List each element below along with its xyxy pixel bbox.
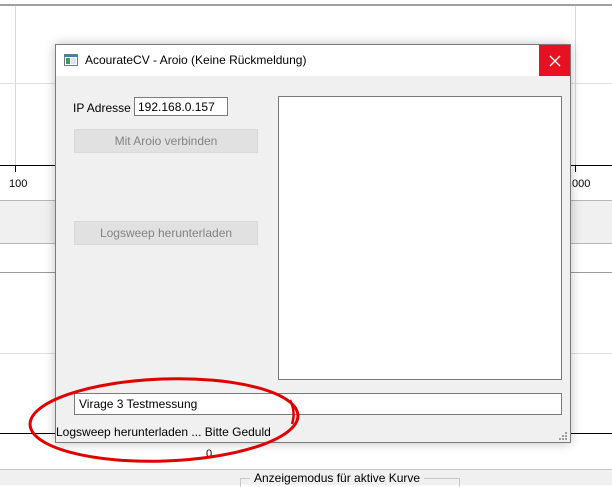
- status-text: Logsweep herunterladen ... Bitte Geduld: [56, 425, 271, 439]
- axis-tick-label-left: 100: [9, 178, 28, 190]
- acourate-dialog: AcourateCV - Aroio (Keine Rückmeldung) I…: [55, 44, 571, 443]
- close-icon: [549, 55, 560, 66]
- resize-grip-icon[interactable]: [558, 430, 568, 440]
- plot-gridline: [15, 6, 16, 166]
- axis-tick-label-right: .000: [569, 178, 591, 190]
- log-output-box[interactable]: [278, 96, 562, 380]
- measurement-name-input[interactable]: [74, 393, 562, 415]
- plot-gridline: [575, 6, 576, 166]
- status-bar: Logsweep herunterladen ... Bitte Geduld: [56, 422, 570, 442]
- dialog-title: AcourateCV - Aroio (Keine Rückmeldung): [85, 53, 307, 67]
- download-logsweep-button[interactable]: Logsweep herunterladen: [74, 221, 258, 245]
- plot-tick: [575, 166, 576, 172]
- plot-top-border: [0, 4, 612, 6]
- ip-address-label: IP Adresse: [73, 101, 131, 115]
- connect-aroio-button[interactable]: Mit Aroio verbinden: [74, 129, 258, 153]
- close-button[interactable]: [539, 45, 570, 76]
- dialog-titlebar[interactable]: AcourateCV - Aroio (Keine Rückmeldung): [56, 45, 570, 76]
- plot-tick: [15, 166, 16, 172]
- ip-address-input[interactable]: [134, 97, 228, 116]
- app-window-icon: [64, 54, 78, 66]
- axis-tick-label-bottom: 0: [206, 448, 213, 460]
- display-mode-group-label: Anzeigemodus für aktive Kurve: [250, 471, 425, 485]
